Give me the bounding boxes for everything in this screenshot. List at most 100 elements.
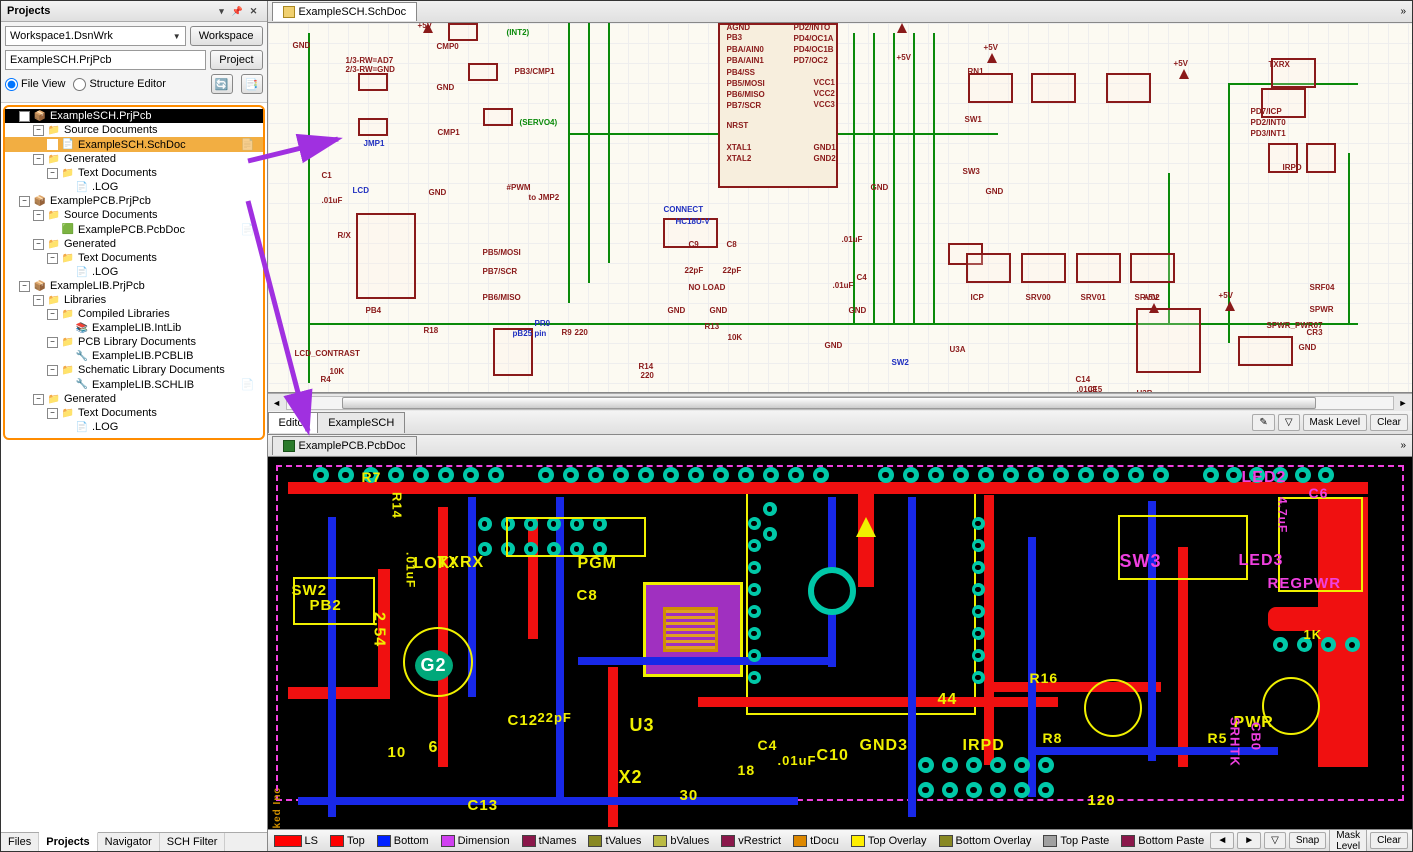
layer-tab[interactable]: LS — [268, 835, 324, 847]
pcb-icon — [283, 440, 295, 452]
file-view-radio[interactable]: File View — [5, 78, 65, 91]
tree-node-label: ExampleLIB.SCHLIB — [92, 379, 194, 391]
pcb-clear-button[interactable]: Clear — [1370, 832, 1408, 849]
layer-tab[interactable]: Top Paste — [1037, 835, 1115, 847]
workspace-button[interactable]: Workspace — [190, 26, 263, 46]
tree-node[interactable]: 📄ExampleSCH.SchDoc📄 — [5, 137, 263, 152]
tree-node-label: Schematic Library Documents — [78, 364, 225, 376]
panel-top-controls: Workspace1.DsnWrk ▼ Workspace ExampleSCH… — [1, 22, 267, 103]
tree-node-label: Text Documents — [78, 252, 157, 264]
tree-node[interactable]: −📁Source Documents — [5, 208, 263, 222]
tree-node[interactable]: −📦ExamplePCB.PrjPcb — [5, 194, 263, 208]
scroll-right-icon[interactable]: ► — [1394, 398, 1412, 408]
tree-node-label: ExampleLIB.PCBLIB — [92, 350, 194, 362]
tree-node[interactable]: 📄.LOG — [5, 265, 263, 279]
workspace-combo[interactable]: Workspace1.DsnWrk ▼ — [5, 26, 186, 46]
bottom-tab-sch-filter[interactable]: SCH Filter — [160, 833, 226, 851]
project-tree[interactable]: −📦ExampleSCH.PrjPcb−📁Source Documents📄Ex… — [1, 103, 267, 832]
tab-overflow-icon[interactable]: » — [1394, 440, 1412, 451]
layer-tab[interactable]: bValues — [647, 835, 715, 847]
tree-node-label: ExampleSCH.SchDoc — [78, 139, 186, 151]
tree-node-label: Text Documents — [78, 407, 157, 419]
tree-node-label: Source Documents — [64, 209, 158, 221]
clear-button[interactable]: Clear — [1370, 414, 1408, 431]
layer-tab[interactable]: tNames — [516, 835, 583, 847]
midtab-editor[interactable]: Editor — [268, 412, 319, 433]
layer-tab[interactable]: tDocu — [787, 835, 845, 847]
options-icon[interactable]: 📑 — [241, 74, 263, 94]
pcb-layer-bar: LSTopBottomDimensiontNamestValuesbValues… — [268, 829, 1412, 851]
layer-tab[interactable]: Bottom Overlay — [933, 835, 1038, 847]
mask-level-button[interactable]: Mask Level — [1303, 414, 1368, 431]
projects-panel: Projects ▾ 📌 ✕ Workspace1.DsnWrk ▼ Works… — [1, 1, 268, 851]
bottom-tab-projects[interactable]: Projects — [39, 832, 97, 851]
filter-icon[interactable]: ▽ — [1278, 414, 1300, 431]
origin-arrow-icon — [856, 517, 876, 537]
tree-node[interactable]: 📚ExampleLIB.IntLib — [5, 321, 263, 335]
tree-node[interactable]: −📁Source Documents — [5, 123, 263, 137]
panel-title-text: Projects — [7, 5, 50, 17]
pcb-tab-strip: ExamplePCB.PcbDoc » — [268, 435, 1412, 457]
pcb-canvas[interactable]: G2 LOK! TXRX PGM SW2 PB2 C8 C12 22pF C13… — [268, 457, 1412, 829]
layer-tab[interactable]: vRestrict — [715, 835, 787, 847]
layer-tab[interactable]: Top — [324, 835, 371, 847]
tree-node-label: ExampleSCH.PrjPcb — [50, 110, 151, 122]
filter-icon[interactable]: ▽ — [1264, 832, 1286, 849]
tree-node-label: ExamplePCB.PcbDoc — [78, 224, 185, 236]
layer-tab[interactable]: Top Overlay — [845, 835, 933, 847]
layer-tab[interactable]: Bottom Paste — [1115, 835, 1210, 847]
tree-node-label: Compiled Libraries — [78, 308, 170, 320]
snap-button[interactable]: Snap — [1289, 832, 1326, 849]
tree-node[interactable]: −📦ExampleSCH.PrjPcb — [5, 109, 263, 123]
pencil-icon[interactable]: ✎ — [1252, 414, 1274, 431]
tree-node-label: ExamplePCB.PrjPcb — [50, 195, 151, 207]
tree-node[interactable]: −📁Generated — [5, 152, 263, 166]
refresh-icon[interactable]: 🔄 — [211, 74, 233, 94]
tree-node[interactable]: 🔧ExampleLIB.PCBLIB — [5, 349, 263, 363]
panel-bottom-tabs: FilesProjectsNavigatorSCH Filter — [1, 832, 267, 851]
tree-node[interactable]: −📁Generated — [5, 237, 263, 251]
tree-node[interactable]: 🟩ExamplePCB.PcbDoc📄 — [5, 222, 263, 237]
pcb-mask-level-button[interactable]: Mask Level — [1329, 829, 1367, 851]
tree-node[interactable]: 📄.LOG — [5, 420, 263, 434]
tree-node[interactable]: −📦ExampleLIB.PrjPcb — [5, 279, 263, 293]
tree-node[interactable]: −📁Text Documents — [5, 406, 263, 420]
tree-node-label: PCB Library Documents — [78, 336, 196, 348]
tree-node[interactable]: −📁Generated — [5, 392, 263, 406]
tree-node[interactable]: 🔧ExampleLIB.SCHLIB📄 — [5, 377, 263, 392]
bottom-tab-navigator[interactable]: Navigator — [98, 833, 160, 851]
scroll-left-icon[interactable]: ◄ — [268, 398, 286, 408]
dropdown-icon[interactable]: ▾ — [215, 4, 229, 18]
tree-node-label: Libraries — [64, 294, 106, 306]
tree-node[interactable]: −📁Text Documents — [5, 251, 263, 265]
layer-prev-icon[interactable]: ◄ — [1210, 832, 1234, 849]
project-combo[interactable]: ExampleSCH.PrjPcb — [5, 50, 206, 70]
tree-node-label: Text Documents — [78, 167, 157, 179]
project-button[interactable]: Project — [210, 50, 262, 70]
tree-node[interactable]: −📁Schematic Library Documents — [5, 363, 263, 377]
tree-node[interactable]: −📁Libraries — [5, 293, 263, 307]
midtab-examplesch[interactable]: ExampleSCH — [317, 412, 405, 433]
layer-next-icon[interactable]: ► — [1237, 832, 1261, 849]
sch-h-scrollbar[interactable]: ◄ ► — [268, 393, 1412, 411]
layer-tab[interactable]: Dimension — [435, 835, 516, 847]
tree-node-label: .LOG — [92, 421, 118, 433]
bottom-tab-files[interactable]: Files — [1, 833, 39, 851]
tree-node[interactable]: −📁Compiled Libraries — [5, 307, 263, 321]
tree-node[interactable]: −📁PCB Library Documents — [5, 335, 263, 349]
sch-midbar: Editor ExampleSCH ✎ ▽ Mask Level Clear — [268, 411, 1412, 435]
layer-tab[interactable]: tValues — [582, 835, 647, 847]
layer-tab[interactable]: Bottom — [371, 835, 435, 847]
tree-node[interactable]: 📄.LOG — [5, 180, 263, 194]
tab-overflow-icon[interactable]: » — [1394, 6, 1412, 17]
close-icon[interactable]: ✕ — [247, 4, 261, 18]
sch-doc-tab[interactable]: ExampleSCH.SchDoc — [272, 2, 418, 21]
pcb-doc-tab[interactable]: ExamplePCB.PcbDoc — [272, 436, 417, 455]
structure-editor-radio[interactable]: Structure Editor — [73, 78, 165, 91]
pin-icon[interactable]: 📌 — [231, 4, 245, 18]
schematic-canvas[interactable]: GND +5V C1 .01uF LCD 1/3-RW=AD7 2/3-RW=G… — [268, 23, 1412, 393]
tree-node-label: Generated — [64, 393, 116, 405]
tree-node-label: Source Documents — [64, 124, 158, 136]
tree-node[interactable]: −📁Text Documents — [5, 166, 263, 180]
tree-node-label: Generated — [64, 153, 116, 165]
